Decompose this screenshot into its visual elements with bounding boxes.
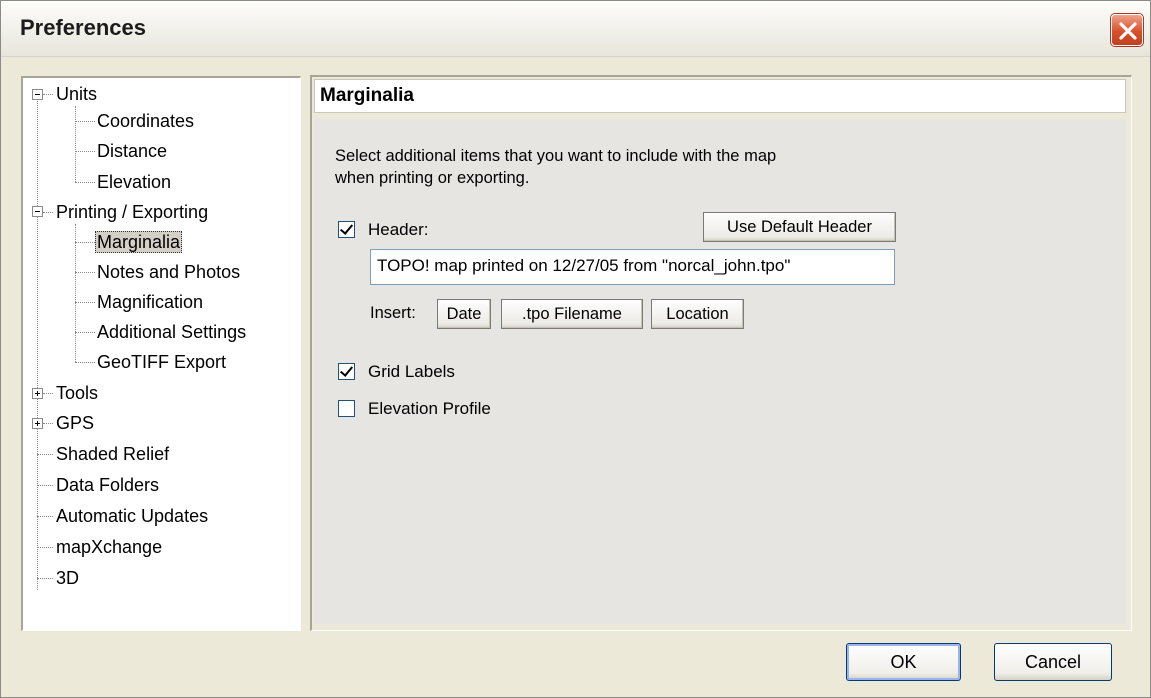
elevation-profile-label: Elevation Profile xyxy=(368,399,491,418)
tree-item-automatic-updates[interactable]: Automatic Updates xyxy=(55,505,209,527)
preferences-dialog: Preferences Units Coordinates Distance E… xyxy=(0,0,1151,698)
grid-labels-checkbox[interactable] xyxy=(338,363,355,380)
units-collapse-icon[interactable] xyxy=(32,89,43,100)
tree-item-notes-and-photos[interactable]: Notes and Photos xyxy=(96,261,241,283)
tree-item-data-folders[interactable]: Data Folders xyxy=(55,474,160,496)
tree-item-gps[interactable]: GPS xyxy=(55,412,95,434)
tree-item-geotiff-export[interactable]: GeoTIFF Export xyxy=(96,351,227,373)
window-title: Preferences xyxy=(20,15,146,40)
section-title: Marginalia xyxy=(320,85,414,106)
insert-location-button[interactable]: Location xyxy=(651,299,744,329)
header-text-input[interactable]: TOPO! map printed on 12/27/05 from "norc… xyxy=(370,249,895,285)
header-checkbox[interactable] xyxy=(338,221,355,238)
settings-panel: Marginalia Select additional items that … xyxy=(310,75,1132,631)
ok-button[interactable]: OK xyxy=(846,643,961,681)
grid-labels-label: Grid Labels xyxy=(368,362,455,381)
header-label: Header: xyxy=(368,220,429,239)
section-header: Marginalia xyxy=(314,79,1126,113)
title-bar: Preferences xyxy=(1,1,1150,57)
tree-item-coordinates[interactable]: Coordinates xyxy=(96,110,195,132)
use-default-header-button[interactable]: Use Default Header xyxy=(703,212,896,242)
tree-item-3d[interactable]: 3D xyxy=(55,567,80,589)
preferences-tree[interactable]: Units Coordinates Distance Elevation Pri… xyxy=(21,76,301,631)
description-line-2: when printing or exporting. xyxy=(335,169,530,187)
tree-item-marginalia[interactable]: Marginalia xyxy=(95,231,183,253)
tree-item-distance[interactable]: Distance xyxy=(96,140,168,162)
gps-expand-icon[interactable] xyxy=(32,418,43,429)
marginalia-options: Select additional items that you want to… xyxy=(314,119,1126,624)
tree-item-units[interactable]: Units xyxy=(55,83,98,105)
tree-item-shaded-relief[interactable]: Shaded Relief xyxy=(55,443,170,465)
tree-item-elevation[interactable]: Elevation xyxy=(96,171,172,193)
tools-expand-icon[interactable] xyxy=(32,388,43,399)
description-line-1: Select additional items that you want to… xyxy=(335,147,777,165)
elevation-profile-checkbox[interactable] xyxy=(338,400,355,417)
tree-item-mapxchange[interactable]: mapXchange xyxy=(55,536,163,558)
tree-item-printing-exporting[interactable]: Printing / Exporting xyxy=(55,201,209,223)
cancel-button[interactable]: Cancel xyxy=(994,643,1112,681)
tree-item-tools[interactable]: Tools xyxy=(55,382,99,404)
tree-item-magnification[interactable]: Magnification xyxy=(96,291,204,313)
close-icon xyxy=(1119,22,1137,40)
description-text: Select additional items that you want to… xyxy=(335,145,895,189)
insert-tpo-filename-button[interactable]: .tpo Filename xyxy=(501,299,643,329)
tree-item-additional-settings[interactable]: Additional Settings xyxy=(96,321,247,343)
insert-label: Insert: xyxy=(370,304,416,322)
printing-collapse-icon[interactable] xyxy=(32,206,43,217)
insert-date-button[interactable]: Date xyxy=(437,299,491,329)
close-button[interactable] xyxy=(1111,14,1143,46)
